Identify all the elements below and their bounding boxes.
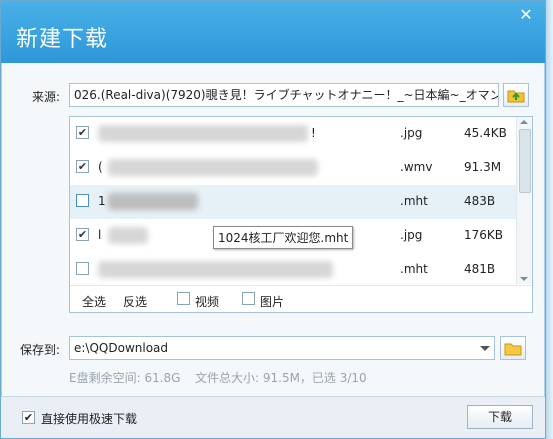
save-path-field[interactable]: e:\QQDownload	[69, 336, 495, 360]
file-name: 1	[98, 194, 106, 208]
file-size: 91.3M	[464, 160, 502, 174]
scrollbar-thumb[interactable]	[519, 129, 531, 193]
filename-tooltip: 1024核工厂欢迎您.mht	[213, 226, 354, 249]
source-label: 来源:	[32, 90, 61, 104]
source-url-field[interactable]: 026.(Real-diva)(7920)覗き見！ライブチャットオナニー！_~日…	[69, 83, 499, 107]
filter-bar: 全选 反选 视频 图片	[70, 285, 532, 312]
upload-folder-icon	[507, 90, 525, 103]
row-checkbox[interactable]: ✔	[76, 228, 89, 241]
folder-icon	[504, 343, 522, 355]
file-name: !	[311, 126, 316, 140]
list-item[interactable]: ✔ ( .wmv 91.3M	[70, 151, 517, 185]
blurred-filename	[108, 193, 198, 210]
list-scrollbar[interactable]	[516, 117, 532, 284]
title-bar: 新建下载 ✕	[1, 1, 545, 63]
disk-space-text: E盘剩余空间: 61.8G	[69, 371, 181, 385]
new-download-dialog: 新建下载 ✕ 来源: 026.(Real-diva)(7920)覗き見！ライブチ…	[0, 0, 546, 439]
browse-folder-button[interactable]	[500, 336, 526, 360]
select-all-link[interactable]: 全选	[82, 293, 106, 310]
blurred-filename	[108, 159, 318, 176]
save-path-value: e:\QQDownload	[74, 341, 169, 355]
file-ext: .jpg	[400, 126, 423, 140]
scroll-down-icon[interactable]	[520, 277, 528, 281]
file-size: 176KB	[464, 228, 504, 242]
row-checkbox[interactable]	[76, 194, 89, 207]
blurred-filename	[108, 227, 148, 244]
list-item[interactable]: .mht 481B	[70, 253, 517, 287]
background-window-edge	[546, 0, 553, 439]
close-icon[interactable]: ✕	[515, 5, 537, 25]
blurred-filename	[98, 125, 308, 142]
file-size: 483B	[464, 194, 496, 208]
file-ext: .wmv	[400, 160, 433, 174]
file-ext: .jpg	[400, 228, 423, 242]
fast-download-label: 直接使用极速下载	[41, 412, 138, 426]
file-list: ✔ ! .jpg 45.4KB ✔ ( .wmv 91.3M 1 .mht 48…	[69, 116, 533, 313]
file-size: 481B	[464, 262, 496, 276]
video-filter-checkbox[interactable]	[177, 292, 190, 305]
file-size: 45.4KB	[464, 126, 507, 140]
blurred-filename	[98, 261, 333, 278]
dialog-footer: ✔ 直接使用极速下载 下载	[1, 396, 545, 438]
file-ext: .mht	[400, 194, 428, 208]
list-item[interactable]: 1 .mht 483B	[70, 185, 517, 219]
scroll-up-icon[interactable]	[520, 120, 528, 124]
row-checkbox[interactable]: ✔	[76, 126, 89, 139]
list-item[interactable]: ✔ ! .jpg 45.4KB	[70, 117, 517, 151]
chevron-down-icon[interactable]	[480, 346, 490, 351]
file-name: l	[98, 228, 102, 242]
file-name: (	[98, 160, 103, 174]
save-to-label: 保存到:	[20, 343, 61, 357]
row-checkbox[interactable]	[76, 262, 89, 275]
dialog-title: 新建下载	[16, 27, 109, 52]
fast-download-checkbox[interactable]: ✔	[22, 411, 35, 424]
image-filter-label: 图片	[260, 295, 285, 309]
image-filter-checkbox[interactable]	[242, 292, 255, 305]
invert-selection-link[interactable]: 反选	[123, 293, 147, 310]
row-checkbox[interactable]: ✔	[76, 160, 89, 173]
video-filter-label: 视频	[195, 295, 220, 309]
total-size-text: 文件总大小: 91.5M，已选 3/10	[195, 371, 367, 385]
download-button[interactable]: 下载	[467, 405, 533, 429]
open-source-button[interactable]	[503, 83, 529, 107]
file-ext: .mht	[400, 262, 428, 276]
